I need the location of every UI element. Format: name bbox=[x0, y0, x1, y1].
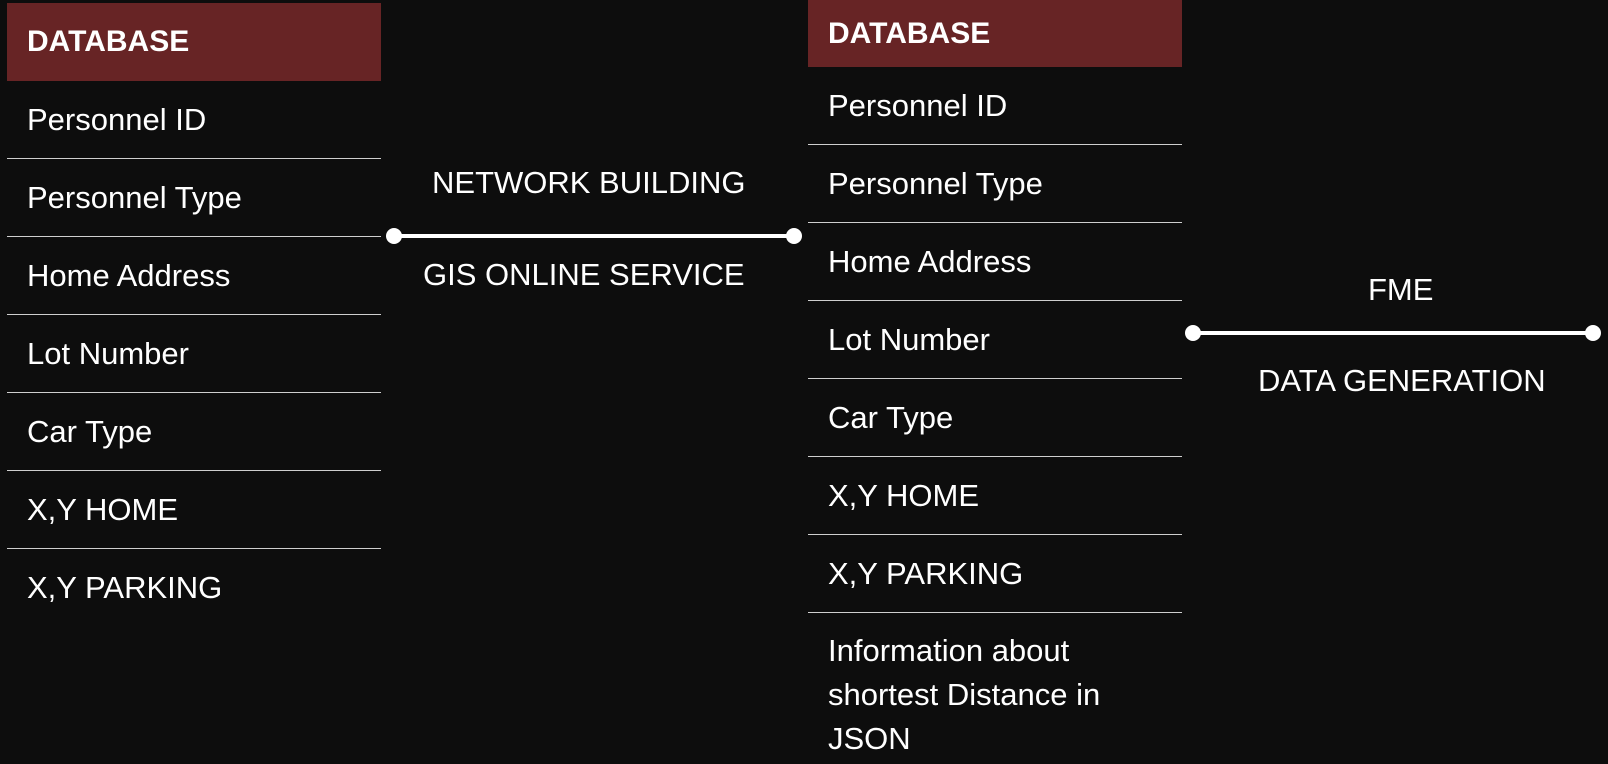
right-database-table: DATABASE Personnel ID Personnel Type Hom… bbox=[808, 0, 1182, 763]
connector-2-bottom-label: DATA GENERATION bbox=[1258, 363, 1546, 398]
left-table-row-personnel-id: Personnel ID bbox=[7, 81, 381, 159]
left-table-row-xy-parking: X,Y PARKING bbox=[27, 570, 223, 605]
left-table-row-xy-home: X,Y HOME bbox=[7, 471, 381, 549]
right-table-row-xy-parking: X,Y PARKING bbox=[808, 535, 1182, 613]
right-table-row-lot-number: Lot Number bbox=[808, 301, 1182, 379]
right-table-row-home-address: Home Address bbox=[808, 223, 1182, 301]
right-table-row-personnel-type: Personnel Type bbox=[808, 145, 1182, 223]
connector-2-start-dot bbox=[1185, 325, 1201, 341]
connector-2-line bbox=[1185, 325, 1601, 341]
right-table-header: DATABASE bbox=[808, 0, 1182, 67]
connector-1-start-dot bbox=[386, 228, 402, 244]
left-table-row-car-type: Car Type bbox=[7, 393, 381, 471]
left-table-header: DATABASE bbox=[7, 3, 381, 81]
right-table-row-xy-home: X,Y HOME bbox=[808, 457, 1182, 535]
left-table-row-lot-number: Lot Number bbox=[7, 315, 381, 393]
connector-2-end-dot bbox=[1585, 325, 1601, 341]
connector-2-top-label: FME bbox=[1368, 272, 1434, 307]
right-table-row-car-type: Car Type bbox=[808, 379, 1182, 457]
connector-1-top-label: NETWORK BUILDING bbox=[432, 165, 746, 200]
right-table-row-personnel-id: Personnel ID bbox=[808, 67, 1182, 145]
right-table-row-shortest-distance-info: Information about shortest Distance in J… bbox=[828, 633, 1101, 756]
left-table-row-home-address: Home Address bbox=[7, 237, 381, 315]
connector-1-line bbox=[386, 228, 802, 244]
connector-1-end-dot bbox=[786, 228, 802, 244]
left-database-table: DATABASE Personnel ID Personnel Type Hom… bbox=[7, 3, 381, 627]
connector-1-bottom-label: GIS ONLINE SERVICE bbox=[423, 257, 745, 292]
left-table-row-personnel-type: Personnel Type bbox=[7, 159, 381, 237]
